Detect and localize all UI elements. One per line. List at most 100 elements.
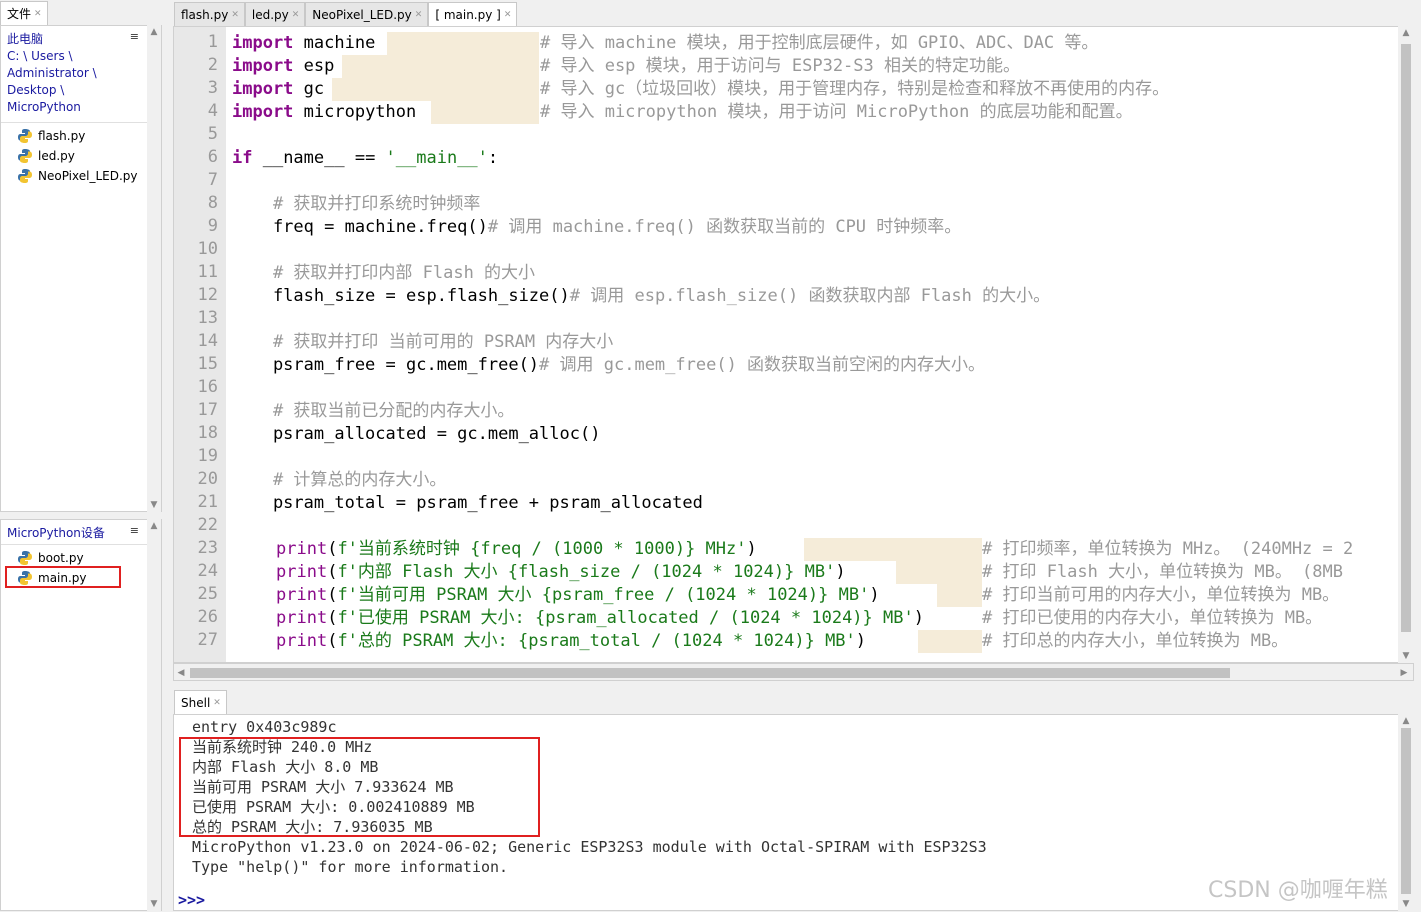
builtin: print (276, 631, 328, 651)
line-number: 23 (197, 538, 218, 558)
scroll-thumb[interactable] (1401, 44, 1411, 632)
python-file-icon (18, 129, 32, 143)
shell-vertical-scrollbar[interactable]: ▲ ▼ (1398, 714, 1414, 911)
comment: # 导入 micropython 模块，用于访问 MicroPython 的底层… (540, 102, 1133, 122)
line-number: 3 (207, 78, 218, 98)
code-line-26: print(f'已使用 PSRAM 大小: {psram_allocated /… (276, 607, 924, 630)
close-icon[interactable]: ✕ (504, 10, 512, 20)
builtin: print (276, 562, 328, 582)
python-file-icon (18, 551, 32, 565)
scroll-up-icon[interactable]: ▲ (1398, 714, 1414, 728)
file-name: NeoPixel_LED.py (38, 169, 138, 183)
comment: # 调用 machine.freq() 函数获取当前的 CPU 时钟频率。 (487, 217, 962, 237)
file-item-boot[interactable]: boot.py (17, 548, 161, 568)
line-number: 2 (207, 55, 218, 75)
paren: ) (746, 539, 757, 559)
breadcrumb-desktop[interactable]: Desktop \ (7, 82, 161, 99)
close-icon[interactable]: ✕ (231, 10, 239, 20)
code-text: flash_size = esp.flash_size() (232, 286, 570, 306)
line-number: 9 (207, 216, 218, 236)
file-item-neopixel[interactable]: NeoPixel_LED.py (17, 166, 161, 186)
code-text: : (487, 148, 499, 168)
code-text: __name__ == (252, 148, 386, 168)
line-number: 10 (197, 239, 218, 259)
shell-prompt[interactable]: >>> (178, 890, 205, 910)
line-number: 21 (197, 492, 218, 512)
code-area[interactable]: import machine # 导入 machine 模块，用于控制底层硬件，… (232, 27, 1413, 662)
paren: ( (327, 539, 338, 559)
code-line-3: import gc (232, 78, 324, 101)
close-icon[interactable]: ✕ (292, 10, 300, 20)
tab-neopixel-py[interactable]: NeoPixel_LED.py ✕ (305, 2, 429, 26)
shell-output-line: entry 0x403c989c (192, 718, 337, 736)
string: f'当前可用 PSRAM 大小 {psram_free / (1024 * 10… (337, 585, 870, 605)
computer-pane-scrollbar[interactable]: ▲ ▼ (147, 25, 161, 512)
comment: # 调用 esp.flash_size() 函数获取内部 Flash 的大小。 (569, 286, 1051, 306)
file-name: led.py (38, 149, 75, 163)
line-number: 27 (197, 630, 218, 650)
scroll-down-icon[interactable]: ▼ (1398, 649, 1414, 663)
builtin: print (276, 585, 328, 605)
scroll-up-icon[interactable]: ▲ (147, 25, 161, 39)
scroll-thumb[interactable] (1401, 728, 1411, 894)
paren: ) (855, 631, 867, 651)
device-pane-scrollbar[interactable]: ▲ ▼ (147, 519, 161, 911)
code-line-24: print(f'内部 Flash 大小 {flash_size / (1024 … (276, 561, 846, 584)
comment: # 调用 gc.mem_free() 函数获取当前空闲的内存大小。 (539, 355, 986, 375)
scroll-up-icon[interactable]: ▲ (147, 519, 161, 533)
comment: # 导入 machine 模块，用于控制底层硬件，如 GPIO、ADC、DAC … (540, 33, 1099, 53)
line-number: 8 (207, 193, 218, 213)
comment: # 导入 gc（垃圾回收）模块，用于管理内存，特别是检查和释放不再使用的内存。 (540, 79, 1170, 99)
tab-shell[interactable]: Shell ✕ (174, 690, 227, 714)
line-number: 20 (197, 469, 218, 489)
paren: ) (913, 608, 924, 628)
tab-label: flash.py (181, 7, 229, 22)
files-panel: 文件 ✕ 此电脑 C: \ Users \ Administrator \ De… (0, 0, 170, 912)
builtin: print (276, 539, 328, 559)
line-number: 5 (207, 124, 218, 144)
code-line-12: flash_size = esp.flash_size()# 调用 esp.fl… (232, 285, 1050, 308)
alignment-padding (342, 55, 539, 78)
editor-horizontal-scrollbar[interactable]: ◀ ▶ (173, 663, 1414, 681)
scroll-up-icon[interactable]: ▲ (1398, 26, 1414, 40)
scroll-down-icon[interactable]: ▼ (147, 897, 161, 911)
string: f'内部 Flash 大小 {flash_size / (1024 * 1024… (337, 562, 836, 582)
tab-flash-py[interactable]: flash.py ✕ (174, 2, 245, 26)
scroll-down-icon[interactable]: ▼ (147, 498, 161, 512)
hamburger-icon[interactable]: ≡ (130, 30, 139, 43)
scroll-down-icon[interactable]: ▼ (1398, 897, 1414, 911)
breadcrumb-users[interactable]: C: \ Users \ (7, 48, 161, 65)
line-number: 17 (197, 400, 218, 420)
editor-tab-strip: flash.py ✕ led.py ✕ NeoPixel_LED.py ✕ [ mai… (174, 2, 518, 26)
file-item-flash[interactable]: flash.py (17, 126, 161, 146)
hamburger-icon[interactable]: ≡ (130, 524, 139, 537)
keyword: import (232, 56, 294, 76)
scroll-right-icon[interactable]: ▶ (1397, 666, 1411, 680)
editor-vertical-scrollbar[interactable]: ▲ ▼ (1398, 26, 1414, 663)
code-text: psram_free = gc.mem_free() (232, 355, 540, 375)
scroll-left-icon[interactable]: ◀ (174, 666, 188, 680)
close-icon[interactable]: ✕ (415, 10, 423, 20)
close-icon[interactable]: ✕ (213, 698, 221, 708)
tab-main-py[interactable]: [ main.py ] ✕ (428, 2, 518, 26)
comment: # 打印当前可用的内存大小，单位转换为 MB。 (982, 585, 1340, 605)
file-name: flash.py (38, 129, 86, 143)
code-editor[interactable]: 1 2 3 4 5 6 7 8 9 10 11 12 13 14 15 16 17 18 19 20 21 22 23 24 2… (173, 26, 1414, 663)
line-number: 16 (197, 377, 218, 397)
file-item-led[interactable]: led.py (17, 146, 161, 166)
close-icon[interactable]: ✕ (34, 9, 42, 19)
code-line-1: import machine (232, 32, 375, 55)
code-line-18: psram_allocated = gc.mem_alloc() (232, 424, 601, 444)
code-line-2: import esp (232, 55, 334, 78)
breadcrumb-administrator[interactable]: Administrator \ (7, 65, 161, 82)
output-highlight (179, 737, 540, 837)
line-number: 22 (197, 515, 218, 535)
tab-led-py[interactable]: led.py ✕ (244, 2, 306, 26)
alignment-padding (431, 101, 539, 124)
tab-files[interactable]: 文件 ✕ (0, 1, 48, 25)
scroll-thumb[interactable] (190, 668, 1230, 678)
breadcrumb-micropython[interactable]: MicroPython (7, 99, 161, 116)
alignment-padding (896, 561, 982, 584)
tab-files-label: 文件 (7, 7, 32, 21)
main-py-highlight (5, 566, 121, 588)
